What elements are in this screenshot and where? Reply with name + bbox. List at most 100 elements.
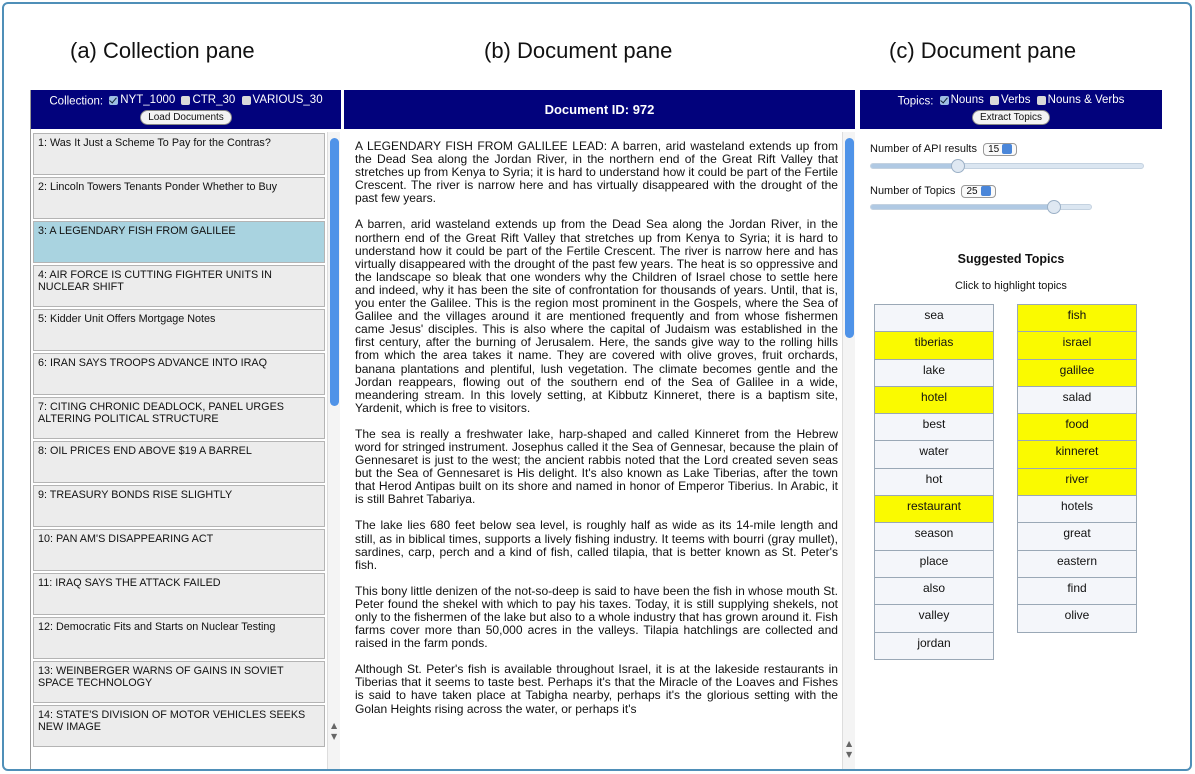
scrollbar-thumb[interactable] — [845, 138, 854, 338]
list-item[interactable]: 6: IRAN SAYS TROOPS ADVANCE INTO IRAQ — [33, 353, 325, 395]
topic-chip-hotel[interactable]: hotel — [874, 385, 994, 415]
api-results-slider[interactable] — [870, 159, 1144, 173]
topic-chip-restaurant[interactable]: restaurant — [874, 495, 994, 524]
document-paragraph: A LEGENDARY FISH FROM GALILEE LEAD: A ba… — [355, 139, 838, 206]
topic-chip-salad[interactable]: salad — [1017, 385, 1137, 415]
topic-chip-river[interactable]: river — [1017, 467, 1137, 497]
slider-fill — [871, 205, 1054, 209]
list-item[interactable]: 4: AIR FORCE IS CUTTING FIGHTER UNITS IN… — [33, 265, 325, 307]
document-paragraph: Although St. Peter's fish is available t… — [355, 662, 838, 716]
topic-chip-sea[interactable]: sea — [874, 304, 994, 333]
slider-handle[interactable] — [951, 159, 966, 173]
document-paragraph: A barren, arid wasteland extends up from… — [355, 217, 838, 415]
list-item[interactable]: 13: WEINBERGER WARNS OF GAINS IN SOVIET … — [33, 661, 325, 703]
document-header: Document ID: 972 — [344, 90, 855, 129]
topics-pane: Topics: Nouns Verbs Nouns & Verbs Extrac… — [860, 90, 1162, 769]
extract-topics-button[interactable]: Extract Topics — [971, 109, 1051, 125]
document-paragraph: The sea is really a freshwater lake, har… — [355, 426, 838, 507]
collection-option-ctr30[interactable]: CTR_30 — [181, 94, 235, 106]
topic-chip-jordan[interactable]: jordan — [874, 631, 994, 660]
topic-chip-fish[interactable]: fish — [1017, 304, 1137, 333]
document-scrollbar[interactable]: ▲ ▼ — [842, 132, 855, 769]
topic-chip-also[interactable]: also — [874, 576, 994, 606]
topic-chip-lake[interactable]: lake — [874, 358, 994, 387]
checkbox-icon[interactable] — [241, 95, 251, 105]
collection-option-label: NYT_1000 — [120, 94, 176, 106]
list-item[interactable]: 8: OIL PRICES END ABOVE $19 A BARREL — [33, 441, 325, 483]
caption-document-pane: (b) Document pane — [484, 38, 673, 63]
topic-chip-valley[interactable]: valley — [874, 604, 994, 633]
caption-collection-pane: (a) Collection pane — [70, 38, 255, 63]
collection-option-label: VARIOUS_30 — [252, 94, 323, 106]
collection-label: Collection: — [49, 95, 104, 108]
list-item[interactable]: 12: Democratic Fits and Starts on Nuclea… — [33, 617, 325, 659]
list-item[interactable]: 2: Lincoln Towers Tenants Ponder Whether… — [33, 177, 325, 219]
collection-option-nyt1000[interactable]: NYT_1000 — [109, 94, 175, 106]
topic-option-nouns-verbs[interactable]: Nouns & Verbs — [1036, 94, 1124, 106]
topic-option-nouns[interactable]: Nouns — [939, 94, 984, 106]
topic-chip-israel[interactable]: israel — [1017, 331, 1137, 360]
topic-chip-season[interactable]: season — [874, 522, 994, 551]
num-topics-control: Number of Topics 25 — [870, 185, 996, 198]
slider-fill — [871, 164, 959, 168]
stepper-arrows-icon[interactable] — [980, 186, 991, 197]
checkbox-icon[interactable] — [109, 95, 119, 105]
api-results-label: Number of API results — [870, 143, 977, 155]
api-results-control: Number of API results 15 — [870, 143, 1018, 156]
num-topics-stepper[interactable]: 25 — [961, 185, 996, 198]
list-item[interactable]: 5: Kidder Unit Offers Mortgage Notes — [33, 309, 325, 351]
topic-chip-great[interactable]: great — [1017, 522, 1137, 551]
load-documents-button[interactable]: Load Documents — [140, 109, 232, 125]
slider-handle[interactable] — [1046, 200, 1061, 214]
topic-chip-food[interactable]: food — [1017, 413, 1137, 442]
checkbox-icon[interactable] — [181, 95, 191, 105]
checkbox-icon[interactable] — [1036, 95, 1046, 105]
document-paragraph: This bony little denizen of the not-so-d… — [355, 583, 838, 651]
document-paragraph: The lake lies 680 feet below sea level, … — [355, 518, 838, 572]
api-results-value: 15 — [988, 144, 1000, 155]
topic-option-label: Verbs — [1001, 94, 1031, 106]
topic-chip-best[interactable]: best — [874, 413, 994, 442]
topic-chip-hot[interactable]: hot — [874, 467, 994, 497]
topic-chip-eastern[interactable]: eastern — [1017, 549, 1137, 578]
topic-option-verbs[interactable]: Verbs — [990, 94, 1030, 106]
topic-column-left: sea tiberias lake hotel best water hot restaura… — [874, 304, 994, 660]
collection-header: Collection: NYT_1000 CTR_30 VARIOUS_30 L… — [31, 90, 341, 129]
suggested-topics-title: Suggested Topics — [957, 252, 1065, 266]
topic-chip-galilee[interactable]: galilee — [1017, 358, 1137, 387]
topics-label: Topics: — [897, 95, 934, 108]
collection-pane: Collection: NYT_1000 CTR_30 VARIOUS_30 L… — [30, 90, 341, 769]
list-item[interactable]: 9: TREASURY BONDS RISE SLIGHTLY — [33, 485, 325, 527]
scrollbar-thumb[interactable] — [330, 138, 339, 406]
list-item[interactable]: 10: PAN AM'S DISAPPEARING ACT — [33, 529, 325, 571]
topic-chip-tiberias[interactable]: tiberias — [874, 331, 994, 360]
num-topics-label: Number of Topics — [870, 185, 956, 197]
topic-chip-hotels[interactable]: hotels — [1017, 495, 1137, 524]
topic-chip-water[interactable]: water — [874, 440, 994, 469]
scroll-down-icon[interactable]: ▼ — [846, 751, 852, 759]
list-item[interactable]: 14: STATE'S DIVISION OF MOTOR VEHICLES S… — [33, 705, 325, 747]
list-item[interactable]: 1: Was It Just a Scheme To Pay for the C… — [33, 133, 325, 175]
checkbox-icon[interactable] — [939, 95, 949, 105]
scroll-down-icon[interactable]: ▼ — [331, 733, 337, 741]
num-topics-slider[interactable] — [870, 200, 1092, 214]
scroll-up-icon[interactable]: ▲ — [846, 740, 852, 748]
collection-option-various30[interactable]: VARIOUS_30 — [241, 94, 323, 106]
list-item-selected[interactable]: 3: A LEGENDARY FISH FROM GALILEE — [33, 221, 325, 263]
topic-chip-find[interactable]: find — [1017, 576, 1137, 606]
api-results-stepper[interactable]: 15 — [983, 143, 1018, 156]
topic-chip-kinneret[interactable]: kinneret — [1017, 440, 1137, 469]
list-item[interactable]: 7: CITING CHRONIC DEADLOCK, PANEL URGES … — [33, 397, 325, 439]
list-item[interactable]: 11: IRAQ SAYS THE ATTACK FAILED — [33, 573, 325, 615]
stepper-arrows-icon[interactable] — [1002, 144, 1013, 155]
checkbox-icon[interactable] — [990, 95, 1000, 105]
caption-topics-pane: (c) Document pane — [889, 38, 1077, 63]
topic-chip-place[interactable]: place — [874, 549, 994, 578]
document-list-scrollbar[interactable]: ▲ ▼ — [327, 132, 340, 769]
num-topics-value: 25 — [966, 186, 978, 197]
topic-chip-olive[interactable]: olive — [1017, 604, 1137, 633]
topic-column-right: fish israel galilee salad food kinneret river h… — [1017, 304, 1137, 633]
suggested-topics-hint: Click to highlight topics — [955, 280, 1067, 292]
topic-option-label: Nouns — [950, 94, 984, 106]
scroll-up-icon[interactable]: ▲ — [331, 722, 337, 730]
